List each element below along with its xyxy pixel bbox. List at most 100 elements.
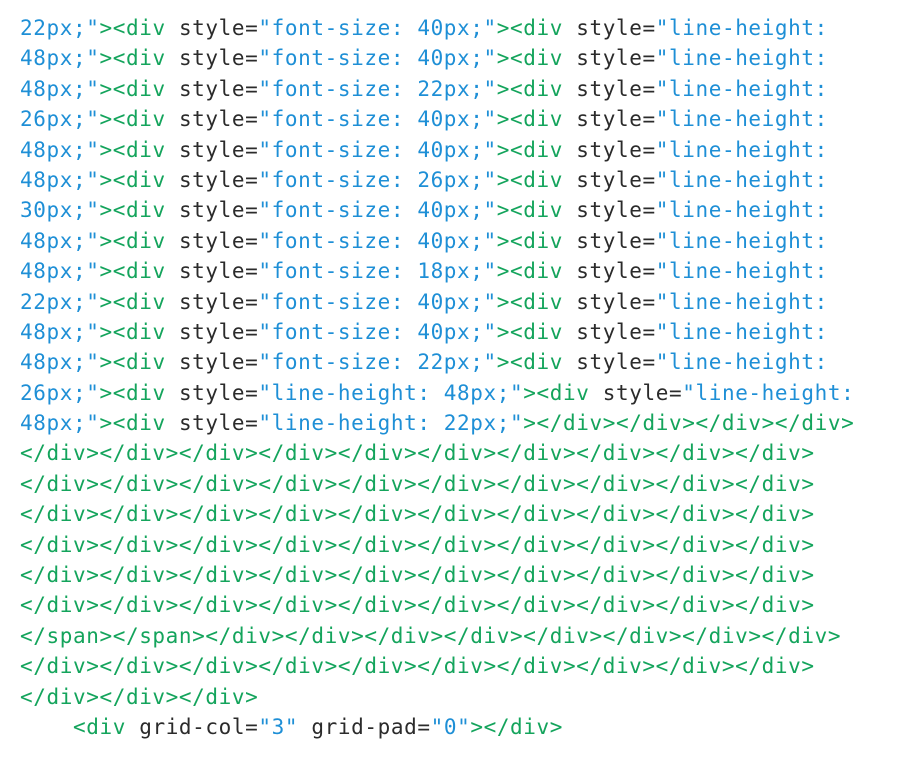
code-token-value: 26px;" bbox=[20, 380, 100, 405]
code-token-value: "line-height: bbox=[655, 319, 828, 344]
code-token-value: 48px;" bbox=[20, 319, 100, 344]
code-line: 48px;"><div style="font-size: 18px;"><di… bbox=[20, 256, 900, 286]
code-token-tag: ><div bbox=[496, 16, 577, 40]
code-token-tag: </div></div></div> bbox=[20, 684, 259, 709]
code-token-value: "line-height: bbox=[655, 289, 828, 314]
code-token-tag: ><div bbox=[99, 16, 179, 40]
code-line: 48px;"><div style="font-size: 40px;"><di… bbox=[20, 226, 900, 256]
code-token-attribute: style= bbox=[576, 167, 656, 192]
code-token-attribute: style= bbox=[178, 259, 259, 284]
code-token-value: "font-size: 40px;" bbox=[258, 198, 497, 223]
code-token-value: "line-height: 48px;" bbox=[258, 380, 524, 405]
code-token-tag: ><div bbox=[496, 198, 577, 223]
code-token-attribute: style= bbox=[576, 46, 656, 71]
code-line: </div></div></div></div></div></div></di… bbox=[20, 530, 900, 560]
code-token-value: "font-size: 40px;" bbox=[258, 16, 497, 40]
code-line: 48px;"><div style="font-size: 22px;"><di… bbox=[20, 347, 900, 377]
code-line: <div grid-col="3" grid-pad="0"></div> bbox=[20, 712, 900, 742]
code-token-value: 48px;" bbox=[20, 259, 100, 284]
code-token-tag: ><div bbox=[496, 319, 577, 344]
code-token-tag: ><div bbox=[99, 380, 179, 405]
code-token-attribute: style= bbox=[178, 107, 259, 132]
code-token-attribute: style= bbox=[178, 289, 259, 314]
code-token-tag: ><div bbox=[99, 411, 179, 436]
code-line: 48px;"><div style="font-size: 40px;"><di… bbox=[20, 317, 900, 347]
code-token-value: "line-height: bbox=[655, 228, 828, 253]
code-token-tag: ><div bbox=[99, 167, 179, 192]
code-token-tag: ><div bbox=[496, 259, 577, 284]
code-line: 22px;"><div style="font-size: 40px;"><di… bbox=[20, 13, 900, 43]
code-token-value: 48px;" bbox=[20, 228, 100, 253]
code-token-value: 48px;" bbox=[20, 76, 100, 101]
code-token-tag: ><div bbox=[496, 46, 577, 71]
code-token-value: 48px;" bbox=[20, 350, 100, 375]
code-token-value: 26px;" bbox=[20, 107, 100, 132]
code-line: 30px;"><div style="font-size: 40px;"><di… bbox=[20, 195, 900, 225]
code-token-tag: ><div bbox=[99, 76, 179, 101]
code-line: </div></div></div></div></div></div></di… bbox=[20, 438, 900, 468]
code-token-value: "font-size: 40px;" bbox=[258, 289, 497, 314]
code-token-tag: ><div bbox=[523, 380, 603, 405]
code-token-value: "line-height: bbox=[655, 76, 828, 101]
code-token-attribute: grid-pad= bbox=[311, 714, 431, 739]
code-token-tag: </div></div></div></div></div></div></di… bbox=[20, 441, 815, 466]
code-token-tag: <div bbox=[20, 714, 140, 739]
code-line: 48px;"><div style="font-size: 40px;"><di… bbox=[20, 43, 900, 73]
code-line: </div></div></div></div></div></div></di… bbox=[20, 560, 900, 590]
code-token-attribute: grid-col= bbox=[139, 714, 259, 739]
code-token-value: "line-height: bbox=[655, 107, 828, 132]
code-token-tag: ><div bbox=[496, 107, 577, 132]
code-view: 22px;"><div style="font-size: 40px;"><di… bbox=[0, 0, 900, 760]
code-token-attribute: style= bbox=[178, 76, 259, 101]
code-token-tag: ><div bbox=[99, 350, 179, 375]
code-token-tag: ><div bbox=[496, 137, 577, 162]
code-token-attribute: style= bbox=[576, 137, 656, 162]
code-token-attribute: style= bbox=[576, 16, 656, 40]
code-token-tag: ><div bbox=[99, 228, 179, 253]
code-line: </div></div></div></div></div></div></di… bbox=[20, 651, 900, 681]
code-token-attribute: style= bbox=[178, 228, 259, 253]
code-token-value: "line-height: bbox=[655, 167, 828, 192]
code-token-value: 48px;" bbox=[20, 137, 100, 162]
code-token-value: 22px;" bbox=[20, 289, 100, 314]
code-token-value: "font-size: 22px;" bbox=[258, 76, 497, 101]
code-line: </div></div></div> bbox=[20, 682, 900, 712]
code-token-attribute: style= bbox=[178, 411, 259, 436]
code-token-value: "0" bbox=[430, 714, 471, 739]
code-token-attribute: style= bbox=[576, 228, 656, 253]
code-token-value: "font-size: 40px;" bbox=[258, 137, 497, 162]
code-token-value: "3" bbox=[258, 714, 312, 739]
code-token-attribute: style= bbox=[178, 198, 259, 223]
code-token-value: "line-height: bbox=[655, 46, 828, 71]
code-token-value: "font-size: 26px;" bbox=[258, 167, 497, 192]
code-token-attribute: style= bbox=[178, 319, 259, 344]
code-token-attribute: style= bbox=[576, 350, 656, 375]
code-token-tag: ><div bbox=[99, 319, 179, 344]
code-line: 48px;"><div style="font-size: 26px;"><di… bbox=[20, 165, 900, 195]
code-token-value: 22px;" bbox=[20, 16, 100, 40]
code-token-attribute: style= bbox=[178, 167, 259, 192]
code-token-tag: ><div bbox=[99, 107, 179, 132]
code-line: 48px;"><div style="line-height: 22px;"><… bbox=[20, 408, 900, 438]
code-line: 48px;"><div style="font-size: 22px;"><di… bbox=[20, 74, 900, 104]
code-token-tag: ></div> bbox=[470, 714, 564, 739]
code-token-value: "font-size: 40px;" bbox=[258, 107, 497, 132]
code-line: 48px;"><div style="font-size: 40px;"><di… bbox=[20, 135, 900, 165]
code-line: 26px;"><div style="line-height: 48px;"><… bbox=[20, 378, 900, 408]
code-token-tag: ><div bbox=[99, 289, 179, 314]
code-token-value: "line-height: bbox=[655, 350, 828, 375]
code-token-attribute: style= bbox=[178, 137, 259, 162]
code-token-value: "line-height: bbox=[655, 198, 828, 223]
code-line: </div></div></div></div></div></div></di… bbox=[20, 499, 900, 529]
code-token-tag: ><div bbox=[496, 167, 577, 192]
code-token-tag: </div></div></div></div></div></div></di… bbox=[20, 471, 815, 496]
code-token-attribute: style= bbox=[178, 380, 259, 405]
code-token-tag: ><div bbox=[496, 289, 577, 314]
code-token-attribute: style= bbox=[602, 380, 683, 405]
code-token-attribute: style= bbox=[576, 107, 656, 132]
code-token-tag: </span></span></div></div></div></div></… bbox=[20, 623, 842, 648]
code-token-tag: ><div bbox=[99, 46, 179, 71]
code-token-value: "font-size: 18px;" bbox=[258, 259, 497, 284]
code-token-attribute: style= bbox=[576, 259, 656, 284]
code-token-attribute: style= bbox=[178, 46, 259, 71]
